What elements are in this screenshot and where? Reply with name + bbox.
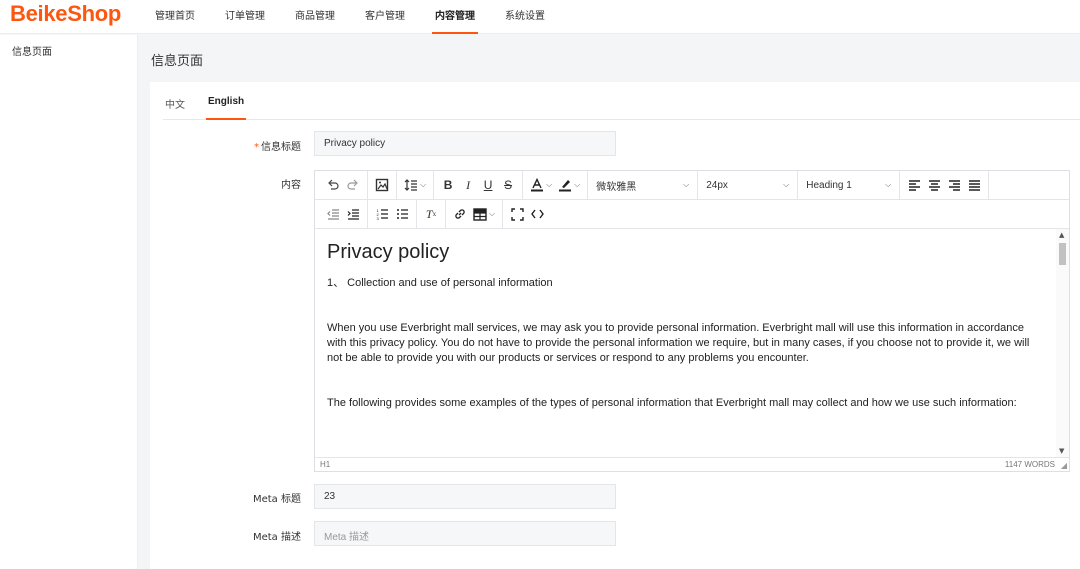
insert-group-2: ⌵ (446, 199, 504, 229)
title-label: * 信息标题 (181, 138, 301, 153)
main-nav: 管理首页 订单管理 商品管理 客户管理 内容管理 系统设置 (140, 0, 560, 34)
bold-icon[interactable]: B (438, 174, 458, 196)
format-group: B I U S (434, 170, 524, 200)
clear-format-group: Tx (417, 199, 446, 229)
history-group (319, 170, 368, 200)
undo-icon[interactable] (323, 174, 343, 196)
word-count: 1147 WORDS (1004, 460, 1055, 469)
sidebar-item-pages[interactable]: 信息页面 (0, 35, 137, 66)
line-height-group: ⌵ (397, 170, 435, 200)
insert-group (368, 170, 397, 200)
active-tab-indicator (206, 118, 246, 120)
content-paragraph: 1、 Collection and use of personal inform… (327, 277, 553, 289)
content-paragraph: When you use Everbright mall services, w… (327, 322, 1030, 364)
top-header: BeikeShop 管理首页 订单管理 商品管理 客户管理 内容管理 系统设置 (0, 0, 1080, 34)
editor-statusbar: H1 1147 WORDS ◢ (315, 457, 1069, 471)
scroll-down-icon[interactable]: ▼ (1059, 447, 1064, 455)
logo[interactable]: BeikeShop (10, 1, 121, 27)
content-label: 内容 (281, 180, 301, 191)
content-heading: Privacy policy (327, 241, 450, 263)
bullet-list-icon[interactable] (392, 203, 412, 225)
language-tabs: 中文 English (163, 82, 1080, 120)
align-right-icon[interactable] (944, 174, 964, 196)
outdent-icon[interactable] (323, 203, 343, 225)
clear-format-icon[interactable]: Tx (421, 203, 441, 225)
align-center-icon[interactable] (924, 174, 944, 196)
meta-title-label: Meta 标题 (252, 494, 301, 505)
title-label-text: 信息标题 (261, 142, 301, 153)
color-group: ⌵ ⌵ (523, 170, 589, 200)
editor-toolbar-row-1: ⌵ B I U S ⌵ ⌵ 微软雅黑 ⌵ 24px ⌵ Heading 1 ⌵ (315, 170, 1069, 200)
rich-text-editor: ⌵ B I U S ⌵ ⌵ 微软雅黑 ⌵ 24px ⌵ Heading 1 ⌵ … (314, 170, 1070, 472)
block-format-value: Heading 1 (806, 179, 852, 191)
tab-english[interactable]: English (208, 96, 244, 107)
editor-content-area[interactable]: Privacy policy 1、 Collection and use of … (315, 229, 1055, 457)
svg-text:3: 3 (376, 216, 379, 220)
link-icon[interactable] (450, 203, 470, 225)
justify-icon[interactable] (964, 174, 984, 196)
underline-icon[interactable]: U (478, 174, 498, 196)
strikethrough-icon[interactable]: S (498, 174, 518, 196)
chevron-down-icon: ⌵ (885, 180, 892, 189)
line-height-icon[interactable]: ⌵ (401, 174, 429, 196)
font-size-select[interactable]: 24px ⌵ (698, 170, 799, 200)
numbered-list-icon[interactable]: 123 (372, 203, 392, 225)
meta-description-label: Meta 描述 (252, 532, 301, 543)
font-family-select[interactable]: 微软雅黑 ⌵ (588, 170, 699, 200)
chevron-down-icon: ⌵ (683, 180, 690, 189)
title-input[interactable]: Privacy policy (314, 131, 616, 156)
font-family-value: 微软雅黑 (596, 181, 637, 193)
align-left-icon[interactable] (904, 174, 924, 196)
scroll-thumb[interactable] (1059, 243, 1066, 265)
table-icon[interactable]: ⌵ (470, 203, 498, 225)
chevron-down-icon: ⌵ (420, 180, 427, 189)
element-path[interactable]: H1 (320, 460, 330, 469)
page-title: 信息页面 (151, 54, 204, 69)
indent-icon[interactable] (343, 203, 363, 225)
sidebar: 信息页面 (0, 35, 138, 569)
code-icon[interactable] (527, 203, 547, 225)
nav-item-content[interactable]: 内容管理 (420, 0, 490, 34)
editor-toolbar-row-2: 123 Tx ⌵ (315, 199, 1069, 229)
nav-item-orders[interactable]: 订单管理 (210, 0, 280, 34)
empty-line (327, 306, 1043, 321)
chevron-down-icon: ⌵ (574, 180, 581, 189)
chevron-down-icon: ⌵ (783, 180, 790, 189)
nav-item-products[interactable]: 商品管理 (280, 0, 350, 34)
image-icon[interactable] (372, 174, 392, 196)
list-group: 123 (368, 199, 417, 229)
chevron-down-icon: ⌵ (546, 180, 553, 189)
view-group (503, 200, 551, 229)
resize-handle-icon[interactable]: ◢ (1061, 461, 1067, 470)
nav-item-dashboard[interactable]: 管理首页 (140, 0, 210, 34)
italic-icon[interactable]: I (458, 174, 478, 196)
block-format-select[interactable]: Heading 1 ⌵ (798, 170, 901, 200)
text-color-icon[interactable]: ⌵ (527, 174, 555, 196)
font-size-value: 24px (706, 179, 728, 191)
content-card: 中文 English * 信息标题 Privacy policy 内容 ⌵ B … (150, 82, 1080, 569)
scroll-up-icon[interactable]: ▲ (1059, 231, 1064, 239)
meta-description-input[interactable]: Meta 描述 (314, 521, 616, 546)
highlight-icon[interactable]: ⌵ (555, 174, 583, 196)
chevron-down-icon: ⌵ (489, 209, 496, 218)
content-paragraph: The following provides some examples of … (327, 397, 1017, 409)
required-mark: * (254, 142, 259, 153)
editor-scrollbar[interactable]: ▲ ▼ (1056, 229, 1069, 457)
tab-chinese[interactable]: 中文 (165, 96, 185, 111)
nav-item-customers[interactable]: 客户管理 (350, 0, 420, 34)
indent-group (319, 199, 368, 229)
fullscreen-icon[interactable] (507, 203, 527, 225)
meta-title-input[interactable]: 23 (314, 484, 616, 509)
redo-icon[interactable] (343, 174, 363, 196)
align-group (900, 170, 990, 200)
empty-line (327, 381, 1043, 396)
nav-item-settings[interactable]: 系统设置 (490, 0, 560, 34)
